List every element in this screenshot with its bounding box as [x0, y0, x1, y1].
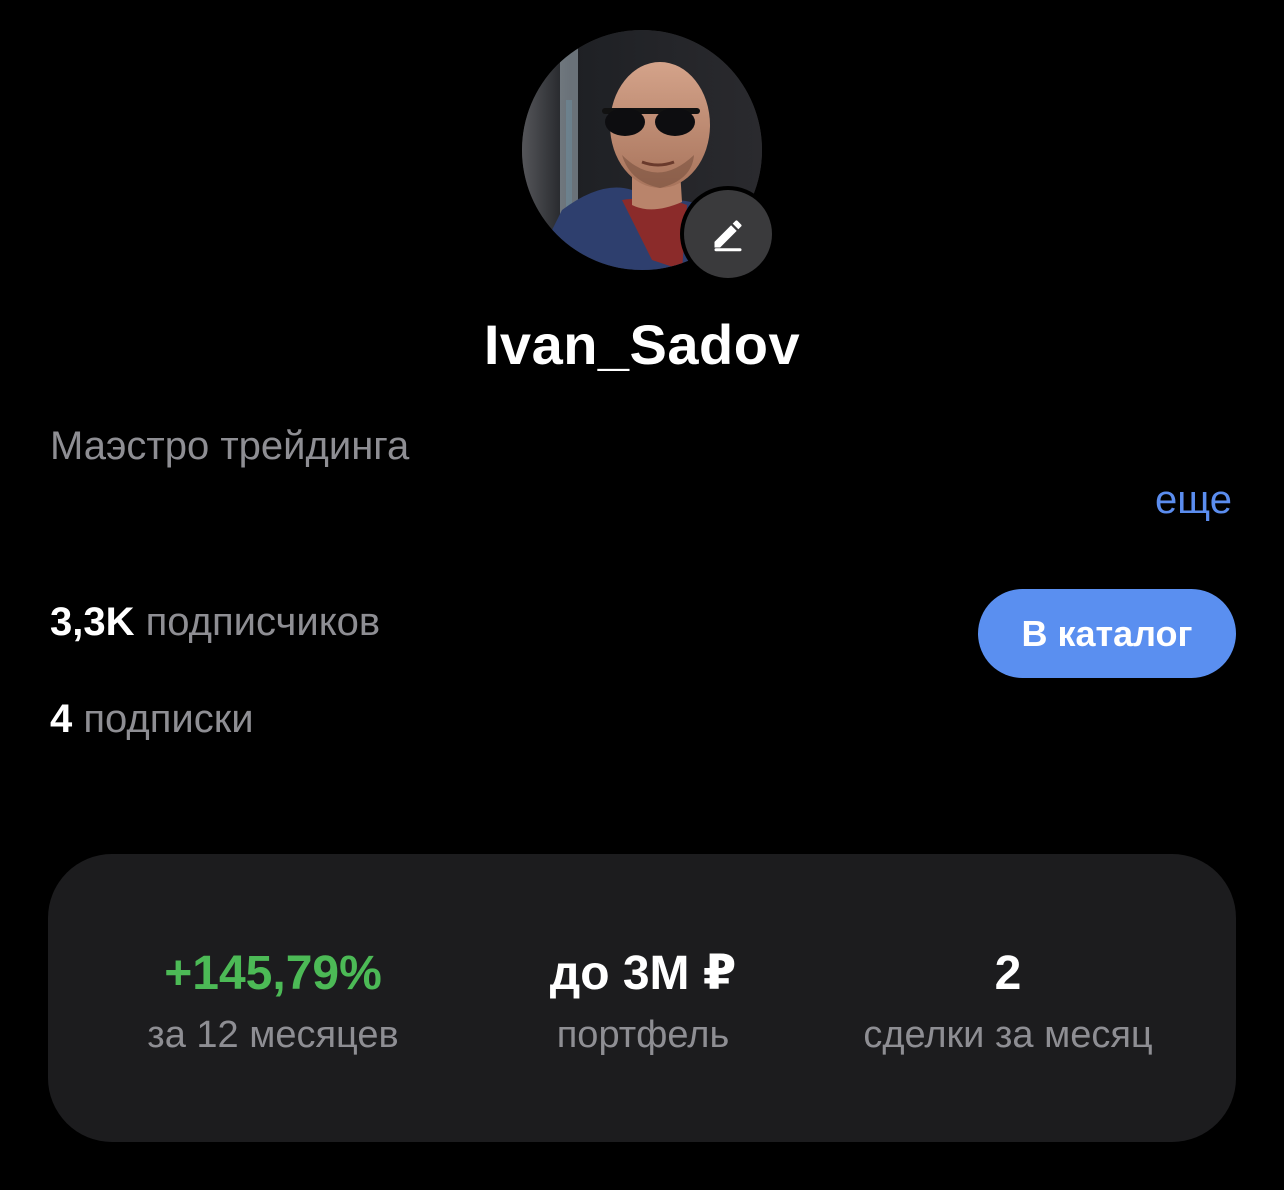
profile-bio: Маэстро трейдинга — [50, 424, 410, 468]
catalog-button[interactable]: В каталог — [978, 589, 1236, 678]
portfolio-stat: до 3М ₽ портфель — [478, 946, 808, 1057]
return-value: +145,79% — [164, 947, 382, 1000]
return-caption: за 12 месяцев — [147, 1014, 399, 1056]
bio-more-link[interactable]: еще — [1155, 478, 1232, 523]
profile-username: Ivan_Sadov — [483, 313, 801, 376]
pencil-icon — [714, 220, 742, 252]
subscriptions-counter[interactable]: 4 подписки — [50, 697, 254, 742]
edit-avatar-button[interactable] — [684, 190, 772, 278]
trades-caption: сделки за месяц — [863, 1014, 1153, 1056]
return-stat: +145,79% за 12 месяцев — [108, 946, 438, 1057]
trades-stat: 2 сделки за месяц — [828, 946, 1188, 1057]
followers-count: 3,3K — [50, 600, 135, 644]
trades-value: 2 — [994, 947, 1022, 1000]
stats-card: +145,79% за 12 месяцев до 3М ₽ портфель … — [48, 854, 1236, 1142]
portfolio-caption: портфель — [556, 1014, 730, 1056]
followers-label: подписчиков — [145, 600, 381, 644]
subscriptions-count: 4 — [50, 697, 73, 741]
followers-counter[interactable]: 3,3K подписчиков — [50, 600, 380, 645]
portfolio-value: до 3М ₽ — [549, 947, 737, 1000]
subscriptions-label: подписки — [83, 697, 254, 741]
